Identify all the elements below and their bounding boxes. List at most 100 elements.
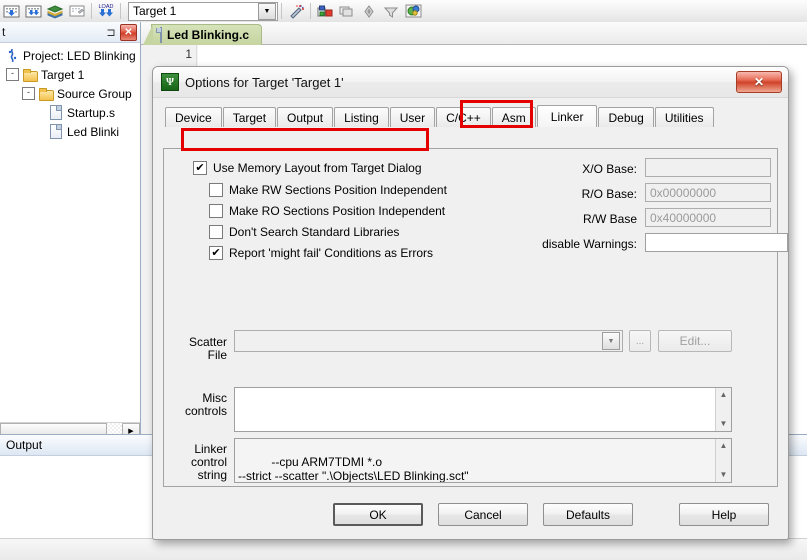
checkbox-label: Make RO Sections Position Independent — [229, 204, 445, 218]
configuration-wizard-icon[interactable] — [403, 2, 423, 21]
tab-label: Output — [287, 111, 323, 125]
sidebar-header: t ⊐ ✕ — [0, 22, 140, 43]
scroll-up-icon[interactable]: ▲ — [716, 388, 731, 402]
sidebar-header-title: t — [2, 25, 104, 39]
magic-wand-icon[interactable] — [286, 2, 306, 21]
checkbox-box[interactable]: ✔ — [193, 161, 207, 175]
defaults-button[interactable]: Defaults — [543, 503, 633, 526]
editor-tab-label: Led Blinking.c — [167, 28, 249, 42]
tab-target[interactable]: Target — [223, 107, 276, 127]
misc-controls-scrollbar[interactable]: ▲ ▼ — [715, 388, 731, 431]
tab-asm[interactable]: Asm — [492, 107, 536, 127]
next-bookmark-icon[interactable] — [23, 2, 43, 21]
tab-label: C/C++ — [446, 111, 481, 125]
tab-c-cpp[interactable]: C/C++ — [436, 107, 491, 127]
checkbox-box[interactable] — [209, 204, 223, 218]
clear-bookmarks-icon[interactable] — [67, 2, 87, 21]
tab-utilities[interactable]: Utilities — [655, 107, 714, 127]
tree-label: Startup.s — [67, 106, 115, 120]
chevron-down-icon[interactable]: ▼ — [258, 3, 276, 20]
tree-item-target[interactable]: - Target 1 — [0, 65, 140, 84]
tab-label: Target — [233, 111, 266, 125]
toolbar-separator-4 — [310, 3, 311, 19]
chevron-down-icon[interactable]: ▼ — [602, 332, 620, 350]
tab-label: Debug — [608, 111, 643, 125]
checkbox-box[interactable] — [209, 183, 223, 197]
checkbox-make-ro-position-independent[interactable]: Make RO Sections Position Independent — [209, 204, 445, 218]
label-misc-controls-line2: controls — [164, 404, 227, 418]
project-sidebar: t ⊐ ✕ Project: LED Blinking - Target 1 - — [0, 22, 141, 434]
combo-scatter-file[interactable]: ▼ — [234, 330, 623, 352]
tree-item-project[interactable]: Project: LED Blinking — [0, 46, 140, 65]
tab-user[interactable]: User — [390, 107, 435, 127]
tab-label: Device — [175, 111, 212, 125]
label-linker-string-line3: string — [164, 468, 227, 482]
tab-debug[interactable]: Debug — [598, 107, 653, 127]
filter-icon[interactable] — [381, 2, 401, 21]
editor-tab-bar: Led Blinking.c — [141, 22, 807, 45]
linker-string-scrollbar[interactable]: ▲ ▼ — [715, 439, 731, 482]
manage-windows-icon[interactable] — [337, 2, 357, 21]
tab-device[interactable]: Device — [165, 107, 222, 127]
target-options-icon[interactable] — [315, 2, 335, 21]
help-button[interactable]: Help — [679, 503, 769, 526]
browse-scatter-file-button[interactable]: ... — [629, 330, 651, 352]
checkbox-dont-search-standard-libraries[interactable]: Don't Search Standard Libraries — [209, 225, 399, 239]
target-select[interactable]: Target 1 ▼ — [128, 2, 278, 21]
tab-output[interactable]: Output — [277, 107, 333, 127]
ok-button[interactable]: OK — [333, 503, 423, 526]
label-rw-base: R/W Base — [544, 212, 637, 226]
expander-icon[interactable]: - — [22, 87, 35, 100]
input-xo-base[interactable] — [645, 158, 771, 177]
tree-label: Target 1 — [41, 68, 84, 82]
edit-scatter-file-button[interactable]: Edit... — [658, 330, 732, 352]
linker-control-string-value: --cpu ARM7TDMI *.o --strict --scatter ".… — [238, 455, 469, 483]
status-bar — [0, 538, 807, 560]
tab-linker[interactable]: Linker — [537, 105, 598, 127]
label-scatter-file-line1: Scatter — [164, 335, 227, 349]
dialog-body: Device Target Output Listing User C/C++ … — [153, 97, 788, 539]
load-icon[interactable]: LOAD — [96, 2, 116, 21]
scroll-down-icon[interactable]: ▼ — [716, 417, 731, 431]
dialog-close-button[interactable]: ✕ — [736, 71, 782, 93]
dialog-title-bar[interactable]: Ψ Options for Target 'Target 1' ✕ — [153, 67, 788, 98]
input-disable-warnings[interactable] — [645, 233, 788, 252]
label-linker-string-line1: Linker — [164, 442, 227, 456]
tab-label: Utilities — [665, 111, 704, 125]
build-layers-icon[interactable] — [45, 2, 65, 21]
input-misc-controls[interactable]: ▲ ▼ — [234, 387, 732, 432]
dialog-tab-strip: Device Target Output Listing User C/C++ … — [163, 105, 778, 127]
editor-tab-led-blinking-c[interactable]: Led Blinking.c — [151, 24, 262, 45]
svg-text:LOAD: LOAD — [99, 4, 114, 10]
move-icon[interactable] — [359, 2, 379, 21]
toolbar-separator — [91, 3, 92, 19]
tree-label: Source Group — [57, 87, 132, 101]
tab-label: Listing — [344, 111, 379, 125]
cancel-button[interactable]: Cancel — [438, 503, 528, 526]
insert-bookmark-icon[interactable] — [1, 2, 21, 21]
input-rw-base[interactable]: 0x40000000 — [645, 208, 771, 227]
checkbox-box[interactable] — [209, 225, 223, 239]
pin-icon[interactable]: ⊐ — [104, 26, 118, 39]
input-ro-base[interactable]: 0x00000000 — [645, 183, 771, 202]
scroll-down-icon[interactable]: ▼ — [716, 468, 731, 482]
toolbar-separator-3 — [281, 3, 282, 19]
checkbox-report-might-fail-as-errors[interactable]: ✔ Report 'might fail' Conditions as Erro… — [209, 246, 433, 260]
tree-item-startup[interactable]: Startup.s — [0, 103, 140, 122]
c-file-icon — [160, 28, 162, 42]
dialog-title: Options for Target 'Target 1' — [185, 75, 736, 90]
checkbox-label: Report 'might fail' Conditions as Errors — [229, 246, 433, 260]
checkbox-make-rw-position-independent[interactable]: Make RW Sections Position Independent — [209, 183, 447, 197]
checkbox-box[interactable]: ✔ — [209, 246, 223, 260]
close-icon[interactable]: ✕ — [120, 24, 137, 41]
scroll-up-icon[interactable]: ▲ — [716, 439, 731, 453]
tab-label: Linker — [551, 110, 584, 124]
input-linker-control-string[interactable]: --cpu ARM7TDMI *.o --strict --scatter ".… — [234, 438, 732, 483]
tab-listing[interactable]: Listing — [334, 107, 389, 127]
tree-item-led-blinking[interactable]: Led Blinki — [0, 122, 140, 141]
expander-icon[interactable]: - — [6, 68, 19, 81]
tree-item-source-group[interactable]: - Source Group — [0, 84, 140, 103]
checkbox-label: Use Memory Layout from Target Dialog — [213, 161, 422, 175]
checkbox-use-memory-layout[interactable]: ✔ Use Memory Layout from Target Dialog — [193, 161, 422, 175]
label-linker-string-line2: control — [164, 455, 227, 469]
